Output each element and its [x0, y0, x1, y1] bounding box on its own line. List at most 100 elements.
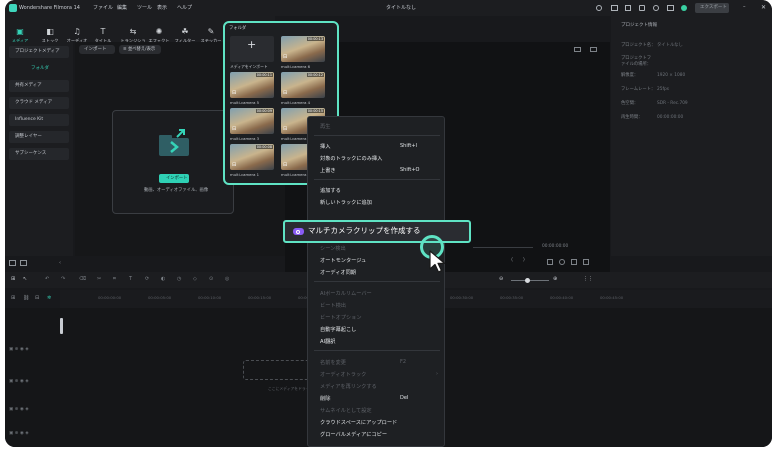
menu-item-beat-options[interactable]: ビートオプション [320, 314, 362, 321]
keyframe-icon[interactable]: ◇ [193, 277, 197, 282]
magnet-icon[interactable]: ⊟ [35, 296, 39, 301]
crop-tool-icon[interactable]: ⌗ [113, 277, 116, 282]
color-icon[interactable]: ◐ [161, 277, 165, 282]
zoom-slider-handle[interactable] [525, 278, 530, 283]
minimize-button[interactable]: – [743, 5, 746, 10]
sidebar-item-project-media[interactable]: プロジェクトメディア [9, 46, 69, 58]
save-icon[interactable] [625, 5, 631, 11]
text-tool-icon[interactable]: T [129, 277, 132, 282]
volume-icon[interactable] [559, 259, 565, 265]
account-icon[interactable] [681, 5, 687, 11]
undo-icon[interactable]: ↶ [45, 277, 49, 282]
menu-item-auto-subtitle[interactable]: 自動字幕起こし [320, 326, 356, 333]
menu-item-audio-track[interactable]: オーディオトラック [320, 371, 366, 378]
collapse-sidebar-icon[interactable]: ‹ [59, 261, 61, 266]
record-icon[interactable] [596, 5, 602, 11]
menu-item-audio-sync[interactable]: オーディオ同期 [320, 269, 356, 276]
camera-icon[interactable] [571, 259, 577, 265]
folder-icon[interactable] [20, 260, 27, 266]
menu-item-insert[interactable]: 挿入 [320, 143, 330, 150]
link-icon[interactable]: ⛓ [23, 296, 29, 301]
import-media-tile[interactable]: + [230, 36, 274, 62]
track-header-video-2[interactable]: ▣ ⊕ ◉ ◈ [9, 347, 57, 356]
zoom-in-icon[interactable]: ⊕ [553, 277, 557, 282]
gift-icon[interactable] [639, 5, 645, 11]
menu-item-insert-target-track[interactable]: 対象のトラックにのみ挿入 [320, 155, 382, 162]
tab-transition[interactable]: ⇆ トランジション [119, 19, 147, 49]
tab-sticker[interactable]: ✎ ステッカー [200, 19, 222, 43]
player-progress[interactable] [473, 247, 533, 248]
sidebar-item-shared-media[interactable]: 共有メディア [9, 80, 69, 92]
monitor-icon[interactable] [667, 5, 674, 11]
track-lock-icon[interactable]: ▣ ⊕ ◉ ◈ [9, 347, 29, 353]
menu-item-play[interactable]: 再生 [320, 123, 330, 130]
track-header-audio-2[interactable]: ▣ ⊕ ◉ ◈ [9, 431, 57, 440]
import-dropdown[interactable]: インポート [79, 45, 115, 54]
menu-item-ai-translate[interactable]: AI翻訳 [320, 338, 335, 345]
menu-item-delete[interactable]: 削除 [320, 395, 330, 402]
menu-file[interactable]: ファイル [93, 6, 113, 11]
support-icon[interactable] [653, 5, 659, 11]
stabilize-icon[interactable]: ⊙ [209, 277, 213, 282]
menu-item-overwrite[interactable]: 上書き [320, 167, 336, 174]
menu-help[interactable]: ヘルプ [177, 6, 192, 11]
menu-item-append[interactable]: 追加する [320, 187, 341, 194]
mask-icon[interactable]: ◎ [225, 277, 229, 282]
menu-item-rename[interactable]: 名前を変更 [320, 359, 346, 366]
track-lock-icon[interactable]: ▣ ⊕ ◉ ◈ [9, 431, 29, 437]
media-drop-zone[interactable]: インポート 動画、オーディオファイル、画像 [112, 110, 234, 214]
media-thumb-3[interactable]: 00:00:09 ⊟ [230, 108, 274, 134]
tab-media[interactable]: ▣ メディア [9, 19, 31, 43]
sort-filter-dropdown[interactable]: ≡ 並べ替え/表示 [119, 45, 161, 54]
track-header-video-1[interactable]: ▣ ⊕ ◉ ◈ [9, 379, 57, 388]
sidebar-item-cloud-media[interactable]: クラウド メディア [9, 97, 69, 109]
crop-icon[interactable] [583, 259, 589, 265]
track-header-audio-1[interactable]: ▣ ⊕ ◉ ◈ [9, 407, 57, 416]
layout-icon[interactable] [611, 5, 618, 11]
tab-filter[interactable]: ☘ フィルター [174, 19, 196, 43]
track-lock-icon[interactable]: ▣ ⊕ ◉ ◈ [9, 379, 29, 385]
menu-item-relink-media[interactable]: メディアを再リンクする [320, 383, 377, 390]
split-icon[interactable]: ✂ [97, 277, 101, 282]
menu-item-beat-detect[interactable]: ビート検出 [320, 302, 346, 309]
tab-stock[interactable]: ◧ ストック [39, 19, 61, 43]
snap-icon[interactable]: ✲ [47, 296, 51, 301]
menu-item-auto-montage[interactable]: オートモンタージュ [320, 257, 366, 264]
sidebar-item-subsequence[interactable]: サブシーケンス [9, 148, 69, 160]
fullscreen-icon[interactable] [547, 259, 553, 265]
redo-icon[interactable]: ↷ [61, 277, 65, 282]
menu-item-upload-cloud[interactable]: クラウドスペースにアップロード [320, 419, 397, 426]
playhead[interactable] [60, 318, 63, 334]
menu-item-add-new-track[interactable]: 新しいトラックに追加 [320, 199, 372, 206]
add-track-icon[interactable]: ⊞ [11, 296, 15, 301]
tab-title[interactable]: T タイトル [92, 19, 114, 43]
rotate-icon[interactable]: ⟳ [145, 277, 149, 282]
menu-item-set-thumbnail[interactable]: サムネイルとして設定 [320, 407, 372, 414]
zoom-out-icon[interactable]: ⊖ [499, 277, 503, 282]
prev-frame-icon[interactable]: ⟨ [511, 258, 513, 263]
export-button[interactable]: エクスポート [695, 3, 729, 13]
sidebar-item-folder[interactable]: フォルダ [9, 63, 69, 75]
menu-item-create-multicam-clip[interactable]: マルチカメラクリップを作成する [283, 220, 471, 243]
zoom-slider[interactable] [511, 278, 549, 283]
next-frame-icon[interactable]: ⟩ [523, 258, 525, 263]
select-tool-icon[interactable]: ↖ [23, 277, 27, 282]
new-folder-icon[interactable] [9, 260, 16, 266]
media-thumb-4[interactable]: 00:00:12 ⊟ [281, 72, 325, 98]
import-button[interactable]: インポート [159, 174, 189, 183]
tab-effect[interactable]: ✺ エフェクト [148, 19, 170, 43]
track-lock-icon[interactable]: ▣ ⊕ ◉ ◈ [9, 407, 29, 413]
player-quality-icon[interactable] [574, 47, 581, 52]
media-thumb-6[interactable]: 00:00:13 ⊟ [281, 36, 325, 62]
sidebar-item-adjustment-layer[interactable]: 調整レイヤー [9, 131, 69, 143]
close-button[interactable]: ✕ [760, 4, 768, 12]
media-thumb-5[interactable]: 00:00:11 ⊟ [230, 72, 274, 98]
menu-item-copy-global-media[interactable]: グローバルメディアにコピー [320, 431, 387, 438]
grid-icon[interactable]: ⊞ [11, 277, 15, 282]
player-snapshot-icon[interactable] [590, 47, 597, 52]
tab-audio[interactable]: ♫ オーディオ [66, 19, 88, 43]
menu-item-scene-detect[interactable]: シーン検出 [320, 245, 346, 252]
speed-icon[interactable]: ◷ [177, 277, 181, 282]
menu-view[interactable]: 表示 [157, 6, 167, 11]
timeline-layout-icon[interactable]: ⋮⋮ [583, 277, 593, 282]
